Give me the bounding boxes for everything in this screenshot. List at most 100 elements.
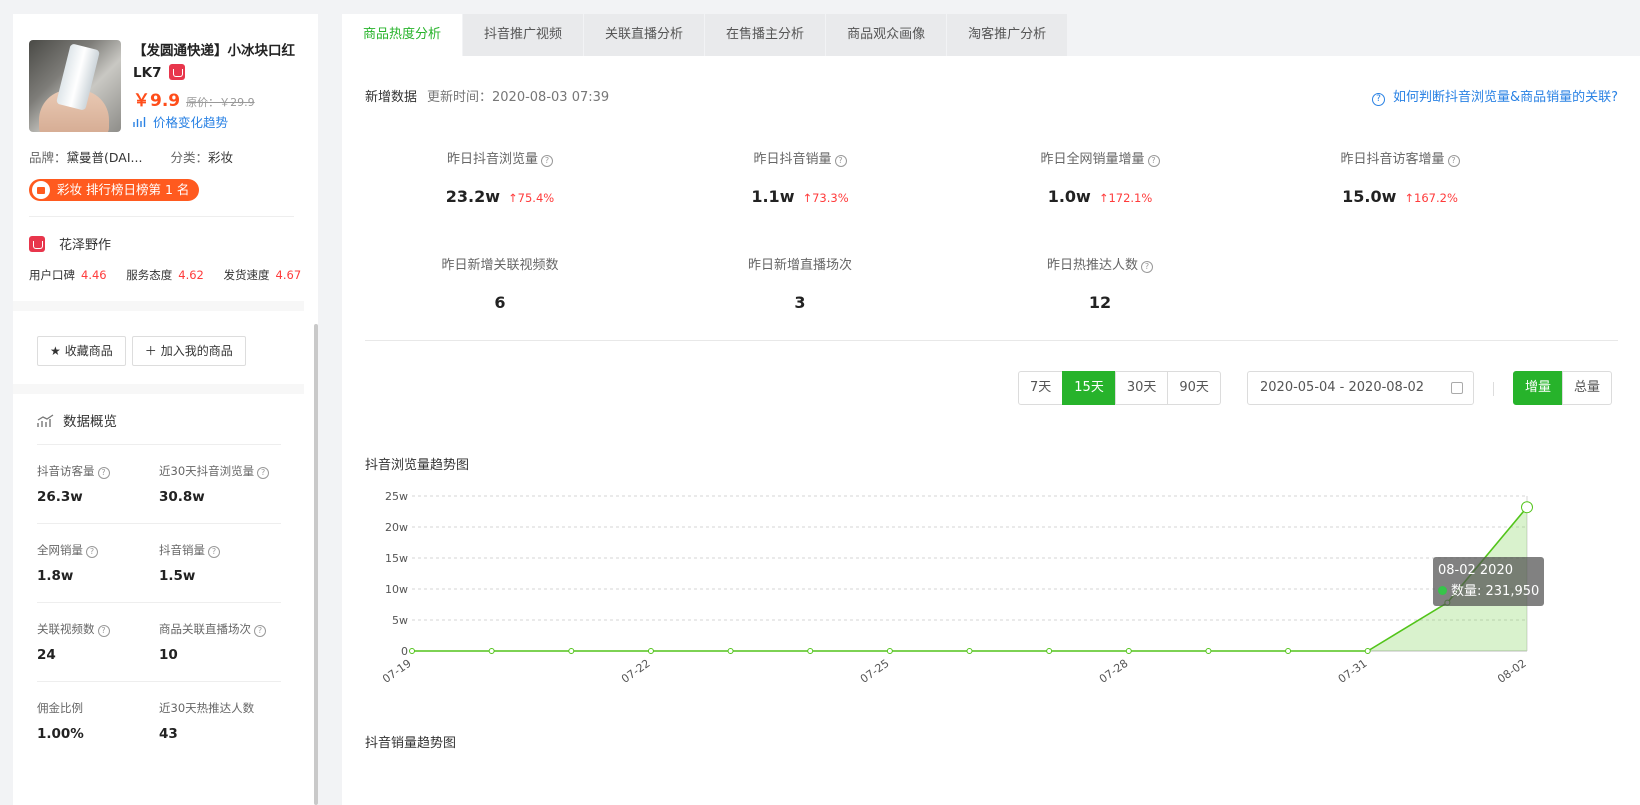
metric-total-sales-increase: 昨日全网销量增量? 1.0w ↑172.1%: [950, 148, 1250, 206]
add-to-my-products-button[interactable]: ＋加入我的商品: [131, 336, 246, 366]
data-point: [1046, 648, 1053, 654]
help-icon[interactable]: ?: [541, 155, 553, 167]
divider: [1493, 382, 1494, 396]
action-buttons: ★ 收藏商品＋加入我的商品: [37, 336, 252, 366]
x-tick-label: 07-25: [858, 657, 892, 686]
data-point: [1364, 648, 1371, 654]
price-row: ￥9.9 原价：￥29.9: [133, 86, 255, 111]
y-tick-label: 0: [401, 645, 408, 658]
question-circle-icon: ?: [1371, 93, 1385, 106]
date-range-picker[interactable]: 2020-05-04 - 2020-08-02: [1247, 371, 1474, 405]
tab-related-lives[interactable]: 关联直播分析: [584, 14, 705, 56]
price-trend-link[interactable]: 价格变化趋势: [133, 112, 228, 131]
overview-stats: 抖音访客量? 26.3w 近30天抖音浏览量? 30.8w 全网销量? 1.8w 抖音…: [37, 444, 281, 760]
chart-tooltip: 08-02 2020 数量: 231,950: [1433, 557, 1544, 606]
shop-bag-icon: [169, 64, 186, 80]
help-icon[interactable]: ?: [208, 546, 220, 558]
stat-douyin-visitors: 抖音访客量? 26.3w: [37, 463, 110, 505]
stat-related-lives: 商品关联直播场次? 10: [159, 621, 266, 663]
views-trend-chart[interactable]: 0 5w 10w 15w 20w 25w 07-19 07-22 07-25 07-28 07-31…: [370, 490, 1590, 734]
series-dot-icon: [1438, 586, 1447, 595]
section-label: 新增数据: [365, 90, 418, 105]
range-selector: 7天 15天 30天 90天: [1018, 371, 1221, 405]
stat-total-sales: 全网销量? 1.8w: [37, 542, 98, 584]
tab-audience-profile[interactable]: 商品观众画像: [826, 14, 947, 56]
range-15d-button[interactable]: 15天: [1062, 371, 1116, 405]
star-icon: ★: [50, 344, 61, 358]
range-90d-button[interactable]: 90天: [1167, 371, 1221, 405]
update-info: 新增数据 更新时间：2020-08-03 07:39: [365, 86, 609, 105]
stats-row: 抖音访客量? 26.3w 近30天抖音浏览量? 30.8w: [37, 444, 281, 523]
data-point: [1125, 648, 1132, 654]
rank-badge[interactable]: 彩妆 排行榜日榜第 1 名: [29, 179, 200, 201]
help-icon[interactable]: ?: [1147, 155, 1160, 167]
data-point: [488, 648, 495, 654]
data-point: [886, 648, 893, 654]
metric-views: 昨日抖音浏览量? 23.2w ↑75.4%: [445, 152, 555, 206]
tab-douyin-videos[interactable]: 抖音推广视频: [463, 14, 584, 56]
y-tick-label: 10w: [385, 583, 408, 596]
stat-commission: 佣金比例 1.00%: [37, 701, 84, 742]
overview-header: 数据概览: [37, 410, 117, 430]
mode-increment-button[interactable]: 增量: [1513, 371, 1564, 405]
up-change: ↑172.1%: [1098, 191, 1153, 205]
help-icon[interactable]: ?: [1447, 155, 1460, 167]
sidebar: 【发圆通快递】小冰块口红LK7 ￥9.9 原价：￥29.9 价格变化趋势 品牌：黛…: [13, 14, 318, 805]
up-change: ↑167.2%: [1404, 191, 1458, 205]
sidebar-scrollbar[interactable]: [314, 324, 318, 805]
tab-product-heat[interactable]: 商品热度分析: [342, 14, 463, 56]
product-title[interactable]: 【发圆通快递】小冰块口红LK7: [133, 40, 308, 84]
price: ￥9.9: [133, 91, 181, 111]
product-image[interactable]: [29, 40, 121, 132]
tab-streamers[interactable]: 在售播主分析: [705, 14, 826, 56]
arrow-up-icon: ↑: [802, 191, 813, 205]
data-point: [1285, 648, 1292, 654]
chart-title-sales: 抖音销量趋势图: [365, 736, 457, 751]
help-icon[interactable]: ?: [834, 155, 847, 167]
favorite-button[interactable]: ★ 收藏商品: [37, 336, 126, 366]
x-tick-label: 07-22: [619, 657, 653, 686]
data-point: [647, 648, 654, 654]
data-point: [966, 648, 973, 654]
help-icon[interactable]: ?: [97, 467, 110, 479]
shop-name: 花泽野作: [59, 238, 112, 253]
arrow-up-icon: ↑: [1098, 191, 1109, 205]
divider: [29, 216, 294, 217]
y-tick-label: 5w: [392, 614, 408, 627]
plus-icon: ＋: [144, 344, 157, 358]
chart-title-views: 抖音浏览量趋势图: [365, 458, 470, 473]
help-link[interactable]: ? 如何判断抖音浏览量&商品销量的关联?: [1371, 86, 1618, 106]
data-point: [1521, 501, 1533, 514]
range-30d-button[interactable]: 30天: [1114, 371, 1169, 405]
mode-total-button[interactable]: 总量: [1562, 371, 1613, 405]
calendar-icon: [1451, 382, 1463, 394]
category-value: 彩妆: [207, 150, 233, 165]
x-tick-label: 08-02: [1495, 657, 1529, 686]
metric-influencers: 昨日热推达人数? 12: [950, 254, 1250, 312]
help-icon[interactable]: ?: [1141, 261, 1153, 273]
data-point: [1205, 648, 1212, 654]
help-icon[interactable]: ?: [86, 546, 98, 558]
arrow-up-icon: ↑: [508, 191, 518, 205]
brand-value: 黛曼普(DAI...: [66, 150, 143, 165]
shop-name-row[interactable]: 花泽野作: [29, 234, 111, 253]
metric-new-videos: 昨日新增关联视频数 6: [441, 258, 559, 312]
brand-category-row: 品牌：黛曼普(DAI... 分类：彩妆: [29, 150, 233, 165]
x-tick-label: 07-31: [1336, 657, 1370, 686]
mode-toggle: 增量 总量: [1513, 371, 1613, 405]
range-7d-button[interactable]: 7天: [1018, 371, 1064, 405]
data-point: [568, 648, 575, 654]
up-change: ↑73.3%: [802, 191, 849, 205]
stats-row: 全网销量? 1.8w 抖音销量? 1.5w: [37, 523, 281, 602]
arrow-up-icon: ↑: [1404, 191, 1415, 205]
stats-row: 关联视频数? 24 商品关联直播场次? 10: [37, 602, 281, 681]
tab-taoke[interactable]: 淘客推广分析: [947, 14, 1068, 56]
original-price: 原价：￥29.9: [186, 96, 255, 109]
y-tick-label: 20w: [385, 521, 408, 534]
help-icon[interactable]: ?: [254, 625, 266, 637]
divider: [365, 340, 1618, 341]
stat-douyin-sales: 抖音销量? 1.5w: [159, 542, 220, 584]
update-time: 更新时间：2020-08-03 07:39: [427, 90, 610, 105]
help-icon[interactable]: ?: [257, 467, 270, 479]
help-icon[interactable]: ?: [97, 625, 110, 637]
